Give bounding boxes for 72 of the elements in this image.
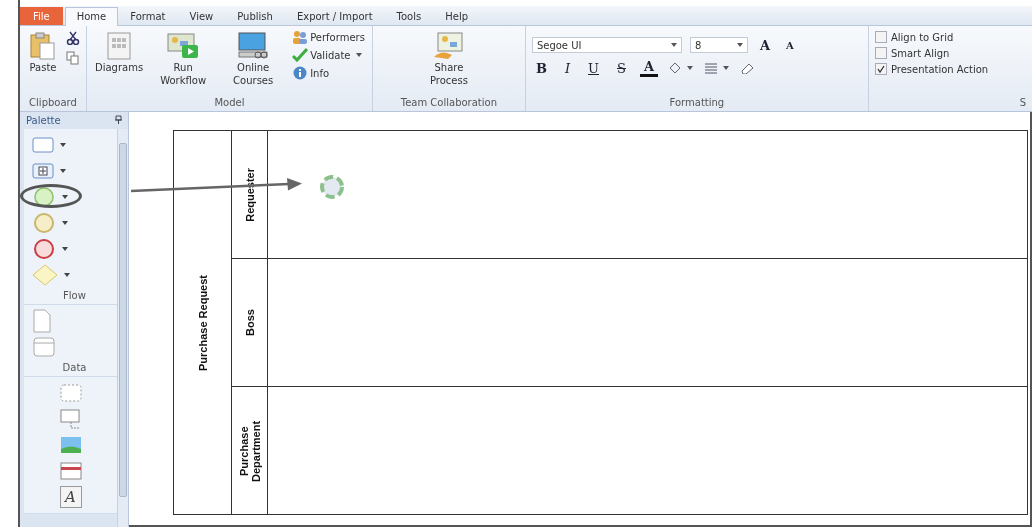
dropdown-caret-icon[interactable] bbox=[60, 169, 66, 173]
swimlane[interactable]: Purchase Department bbox=[232, 387, 1027, 514]
group-label: Model bbox=[213, 96, 246, 110]
eraser-icon[interactable] bbox=[740, 62, 754, 74]
copy-icon[interactable] bbox=[66, 51, 80, 65]
group-label: S bbox=[1018, 96, 1026, 110]
ribbon-button[interactable]: Diagrams bbox=[93, 29, 146, 76]
checkmark-icon bbox=[292, 48, 309, 62]
font-size-field[interactable]: 8 bbox=[689, 37, 748, 53]
ribbon-tab[interactable]: Format bbox=[118, 7, 178, 25]
frame-icon[interactable] bbox=[58, 461, 83, 481]
dropdown-caret-icon[interactable] bbox=[62, 195, 68, 199]
ribbon-tab[interactable]: View bbox=[177, 7, 226, 25]
lane-label: Requester bbox=[243, 167, 256, 222]
pin-icon[interactable] bbox=[115, 115, 122, 126]
grid-document-icon bbox=[106, 31, 133, 61]
underline-button[interactable]: U bbox=[584, 60, 603, 76]
text-tool-icon[interactable]: A bbox=[59, 486, 82, 508]
ribbon-tab[interactable]: Publish bbox=[225, 7, 285, 25]
subprocess-shape-icon[interactable] bbox=[32, 163, 54, 179]
group-label: Formatting bbox=[668, 96, 726, 110]
dropdown-caret-icon[interactable] bbox=[60, 143, 66, 147]
monitor-icon bbox=[236, 31, 271, 61]
checkbox[interactable] bbox=[874, 31, 887, 43]
play-diagram-icon bbox=[166, 31, 201, 61]
ribbon-button[interactable]: Run Workflow bbox=[151, 29, 216, 89]
end-event-icon[interactable] bbox=[32, 238, 56, 260]
align-icon[interactable] bbox=[704, 62, 730, 74]
dropdown-caret-icon[interactable] bbox=[62, 247, 68, 251]
checkbox-label: Presentation Action bbox=[890, 63, 989, 75]
font-name-field[interactable]: Segoe UI bbox=[531, 37, 682, 53]
lane-label: Purchase Department bbox=[237, 418, 262, 484]
dropdown-caret-icon[interactable] bbox=[670, 41, 677, 49]
people-icon bbox=[292, 30, 309, 44]
ribbon-button[interactable]: Performers bbox=[291, 29, 366, 45]
group-label: Clipboard bbox=[28, 96, 78, 110]
panel-title: Palette bbox=[26, 115, 61, 126]
bold-button[interactable]: B bbox=[531, 60, 551, 76]
ribbon-tab[interactable]: Export / Import bbox=[284, 7, 385, 25]
font-color-button[interactable]: A bbox=[639, 59, 658, 77]
checkbox[interactable] bbox=[874, 63, 887, 75]
dropdown-caret-icon[interactable] bbox=[64, 273, 70, 277]
pool-label: Purchase Request bbox=[196, 274, 209, 371]
ribbon-button[interactable]: Share Process bbox=[416, 29, 481, 89]
checkbox[interactable] bbox=[874, 47, 887, 59]
dropdown-caret-icon[interactable] bbox=[62, 221, 68, 225]
swimlane[interactable]: Boss bbox=[232, 259, 1027, 387]
scissors-icon[interactable] bbox=[66, 31, 80, 45]
shrink-font-button[interactable]: A bbox=[782, 39, 798, 51]
ribbon-tab[interactable]: Tools bbox=[384, 7, 434, 25]
ribbon-button[interactable]: Paste bbox=[26, 29, 60, 76]
start-event-preview-icon bbox=[317, 172, 347, 202]
scrollbar[interactable] bbox=[117, 129, 128, 527]
ribbon-button[interactable]: Online Courses bbox=[221, 29, 286, 89]
section-label: Data bbox=[62, 361, 87, 373]
ribbon-button[interactable]: Info bbox=[291, 65, 366, 81]
checkbox-label: Align to Grid bbox=[890, 31, 954, 43]
ribbon-tab[interactable]: Help bbox=[433, 7, 480, 25]
italic-button[interactable]: I bbox=[560, 60, 575, 76]
checkbox-label: Smart Align bbox=[890, 47, 950, 59]
fill-color-icon[interactable] bbox=[668, 62, 694, 74]
group-label: Team Collaboration bbox=[399, 96, 498, 110]
strikethrough-button[interactable]: S bbox=[613, 60, 630, 76]
ribbon-tab[interactable]: Home bbox=[64, 7, 119, 26]
grow-font-button[interactable]: A bbox=[755, 37, 774, 53]
lane-label: Boss bbox=[243, 309, 256, 336]
dropdown-caret-icon[interactable] bbox=[736, 41, 743, 49]
pool[interactable]: Purchase Request Requester Boss Purchase Department bbox=[173, 130, 1028, 515]
section-label: Flow bbox=[63, 289, 86, 301]
clipboard-icon bbox=[28, 31, 58, 61]
ribbon-button[interactable]: Validate bbox=[291, 47, 366, 63]
info-icon bbox=[292, 66, 309, 80]
